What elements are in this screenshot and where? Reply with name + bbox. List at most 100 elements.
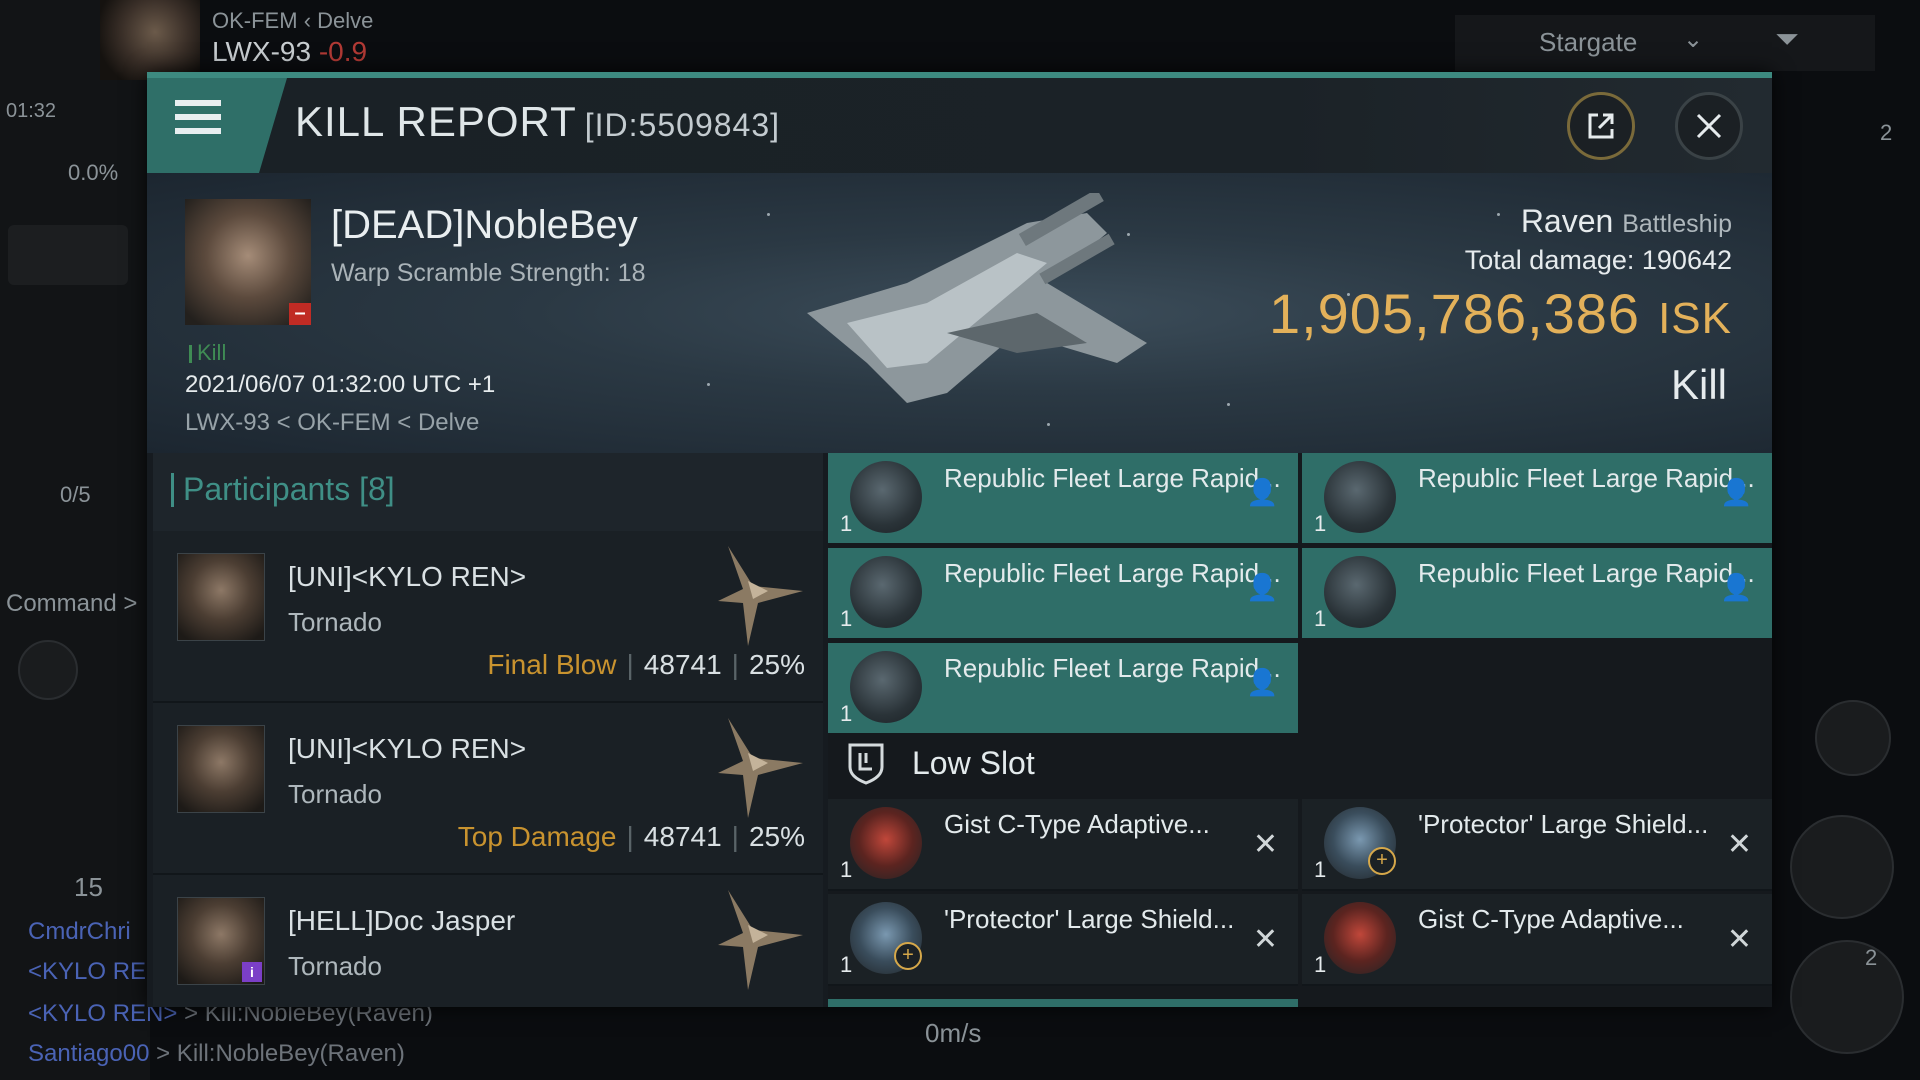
- hostile-badge-icon: –: [289, 303, 311, 325]
- participant-damage: 48741: [643, 821, 722, 852]
- filter-icon[interactable]: ⏷: [1775, 23, 1799, 57]
- report-id: [ID:5509843]: [584, 107, 781, 143]
- module-item[interactable]: 1 Republic Fleet Large Rapid... 👤: [828, 643, 1298, 733]
- hud-cargo-pct: 0.0%: [68, 160, 119, 185]
- participant-damage: 48741: [643, 649, 722, 680]
- hud-local-count: 15: [74, 872, 103, 902]
- participant-damage-pct: 25%: [748, 821, 805, 852]
- hud-fleet-slots: 0/5: [60, 482, 91, 507]
- chat-line: <KYLO RE: [28, 958, 147, 985]
- participant-row[interactable]: i [HELL]Doc Jasper Tornado: [153, 875, 823, 1007]
- menu-tab[interactable]: [147, 78, 287, 173]
- fitted-person-icon: 👤: [1246, 572, 1279, 602]
- pilot-portrait[interactable]: [100, 0, 200, 80]
- participant-name: [HELL]Doc Jasper: [288, 905, 516, 936]
- participant-portrait[interactable]: [177, 553, 265, 641]
- module-item[interactable]: 1 Republic Fleet Large Rapid... 👤: [1302, 548, 1772, 638]
- victim-portrait[interactable]: –: [185, 199, 311, 325]
- low-slot-icon: [848, 743, 884, 785]
- tornado-ship-icon: [718, 718, 803, 818]
- destroyed-x-icon: ✕: [1726, 828, 1752, 861]
- external-link-icon: [1588, 113, 1614, 139]
- module-name: Republic Fleet Large Rapid...: [1418, 463, 1755, 493]
- low-slot-title: Low Slot: [912, 745, 1035, 781]
- armor-hardener-icon: [850, 807, 922, 879]
- info-badge-icon: i: [242, 962, 262, 982]
- hud-nav-buttons[interactable]: [8, 225, 128, 285]
- kill-tag: Kill: [189, 340, 226, 366]
- close-icon: [1696, 113, 1722, 139]
- launcher-icon: [1324, 461, 1396, 533]
- module-quantity: 1: [1314, 606, 1327, 631]
- low-slot-header: Low Slot: [828, 729, 1772, 799]
- kill-location: LWX-93 < OK-FEM < Delve: [185, 409, 480, 436]
- kill-report-window: KILL REPORT [ID:5509843] – [DEAD]NobleBey…: [147, 72, 1772, 1007]
- module-item[interactable]: 1 Gist C-Type Adaptive... ✕: [828, 799, 1298, 891]
- module-quantity: 1: [840, 857, 853, 882]
- hud-security: -0.9: [318, 36, 368, 67]
- participant-portrait[interactable]: [177, 725, 265, 813]
- window-header: KILL REPORT [ID:5509843]: [147, 78, 1772, 173]
- participants-header: Participants [8]: [153, 453, 823, 531]
- top-damage-tag: Top Damage: [457, 821, 617, 852]
- module-item[interactable]: + 1 'Protector' Large Shield... ✕: [828, 894, 1298, 986]
- plus-badge-icon: +: [1368, 847, 1396, 875]
- module-item[interactable]: + 1 'Protector' Large Shield... ✕: [1302, 799, 1772, 891]
- participant-ship: Tornado: [288, 951, 382, 981]
- stargate-selector[interactable]: Stargate ⌄ ⏷: [1455, 15, 1875, 71]
- share-button[interactable]: [1567, 92, 1635, 160]
- fitted-person-icon: 👤: [1720, 572, 1753, 602]
- hud-command-label[interactable]: Command >: [6, 590, 137, 618]
- participant-ship: Tornado: [288, 779, 382, 809]
- hud-speed: 0m/s: [925, 1018, 982, 1048]
- swap-icon[interactable]: [1815, 700, 1891, 776]
- chat-line: Santiago00 > Kill:NobleBey(Raven): [28, 1040, 405, 1067]
- menu-icon[interactable]: [175, 100, 221, 146]
- module-quantity: 1: [1314, 857, 1327, 882]
- total-damage-value: 190642: [1641, 245, 1732, 275]
- destroyed-x-icon: ✕: [1252, 923, 1278, 956]
- participant-portrait[interactable]: i: [177, 897, 265, 985]
- participant-damage-pct: 25%: [748, 649, 805, 680]
- module-item[interactable]: 1 Republic Fleet Large Rapid... 👤: [828, 548, 1298, 638]
- tornado-ship-icon: [718, 890, 803, 990]
- module-item[interactable]: 1 Republic Fleet Large Rapid... 👤: [828, 453, 1298, 543]
- participant-row[interactable]: [UNI]<KYLO REN> Tornado Top Damage | 48741…: [153, 703, 823, 875]
- module-item[interactable]: 1 Gist C-Type Adaptive... ✕: [1302, 894, 1772, 986]
- window-title: KILL REPORT [ID:5509843]: [295, 98, 781, 145]
- module-name: 'Protector' Large Shield...: [944, 904, 1235, 934]
- victim-warp-scramble: Warp Scramble Strength: 18: [331, 259, 646, 287]
- participants-panel: Participants [8] [UNI]<KYLO REN> Tornado…: [153, 453, 823, 1007]
- launcher-icon: [850, 651, 922, 723]
- fitting-panel: 1 Republic Fleet Large Rapid... 👤 1 Repu…: [828, 453, 1772, 1007]
- hud-location-path: OK-FEM ‹ Delve: [212, 8, 374, 33]
- hud-target-button[interactable]: [18, 640, 78, 700]
- warp-orb-button[interactable]: [1790, 815, 1894, 919]
- close-button[interactable]: [1675, 92, 1743, 160]
- victim-ship-class: Battleship: [1622, 210, 1732, 238]
- module-name: Republic Fleet Large Rapid...: [944, 653, 1281, 683]
- module-name: Gist C-Type Adaptive...: [1418, 904, 1684, 934]
- participant-row[interactable]: [UNI]<KYLO REN> Tornado Final Blow | 48741…: [153, 531, 823, 703]
- module-item[interactable]: 1 Republic Fleet Large Rapid... 👤: [1302, 453, 1772, 543]
- stargate-label: Stargate: [1539, 27, 1638, 57]
- launcher-icon: [850, 556, 922, 628]
- raven-ship-image: [807, 193, 1147, 403]
- isk-value: 1,905,786,386 ISK: [1268, 282, 1732, 345]
- module-quantity: 1: [1314, 511, 1327, 536]
- launcher-icon: [850, 461, 922, 533]
- drone-button[interactable]: [1790, 940, 1904, 1054]
- participant-stats: Final Blow | 48741 | 25%: [487, 649, 805, 680]
- fitted-person-icon: 👤: [1246, 477, 1279, 507]
- next-module-peek: [828, 999, 1298, 1007]
- module-quantity: 1: [840, 606, 853, 631]
- victim-banner: – [DEAD]NobleBey Warp Scramble Strength:…: [147, 173, 1772, 453]
- module-quantity: 1: [1314, 952, 1327, 977]
- fitted-person-icon: 👤: [1720, 477, 1753, 507]
- result-label: Kill: [1670, 361, 1727, 408]
- module-name: Republic Fleet Large Rapid...: [1418, 558, 1755, 588]
- module-name: Republic Fleet Large Rapid...: [944, 558, 1281, 588]
- notifications-count[interactable]: 2: [1880, 120, 1892, 146]
- module-name: 'Protector' Large Shield...: [1418, 809, 1709, 839]
- module-quantity: 1: [840, 701, 853, 726]
